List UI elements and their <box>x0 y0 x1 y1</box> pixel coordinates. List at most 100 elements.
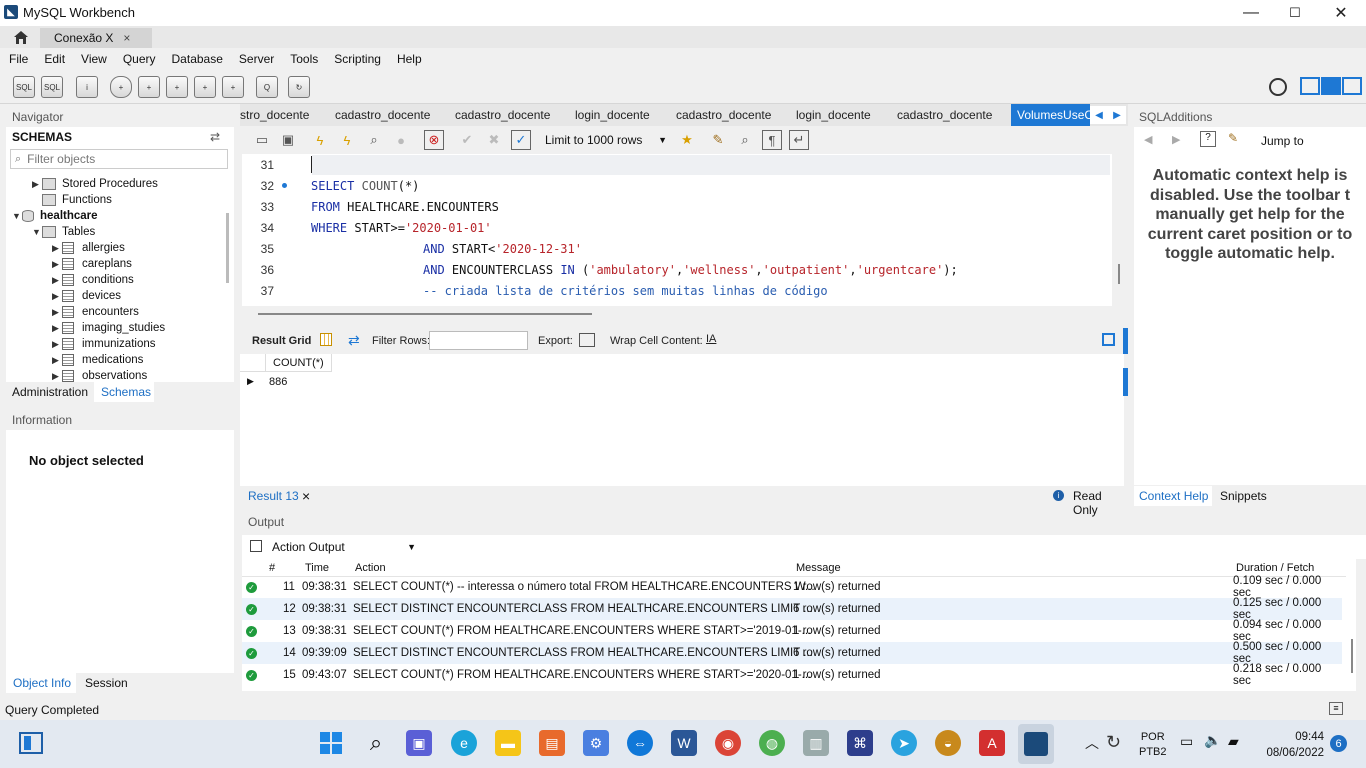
word-icon[interactable]: W <box>671 730 697 756</box>
export-icon[interactable] <box>579 333 595 347</box>
tree-table-item[interactable]: ▶ observations <box>52 368 147 382</box>
bowl-app-icon[interactable]: ◒ <box>935 730 961 756</box>
notification-badge[interactable]: 6 <box>1330 735 1347 752</box>
tree-table-item[interactable]: ▶ allergies <box>52 240 125 256</box>
output-row[interactable]: ✓ 15 09:43:07 SELECT COUNT(*) FROM HEALT… <box>242 663 1342 687</box>
col-time[interactable]: Time <box>305 562 329 574</box>
tab-schemas[interactable]: Schemas <box>94 382 154 402</box>
menu-scripting[interactable]: Scripting <box>334 52 381 66</box>
output-scrollbar[interactable] <box>1351 639 1353 673</box>
edge-icon[interactable]: e <box>451 730 477 756</box>
toggle-continue-on-error-icon[interactable]: ⊗ <box>424 130 444 150</box>
search-icon[interactable]: ⌕ <box>363 730 389 756</box>
tab-scroll-buttons[interactable]: ◀ ▶ <box>1090 106 1126 124</box>
explain-icon[interactable]: ⌕ <box>364 130 384 150</box>
invisible-chars-icon[interactable]: ¶ <box>762 130 782 150</box>
expand-arrow-icon[interactable]: ▶ <box>52 355 62 366</box>
connection-tab-close-icon[interactable]: × <box>123 31 130 45</box>
tree-tables[interactable]: ▼ Tables <box>32 224 95 240</box>
gear-icon[interactable] <box>1269 78 1287 96</box>
auto-help-icon[interactable]: ✎ <box>1228 131 1238 145</box>
acrobat-icon[interactable]: A <box>979 730 1005 756</box>
scroll-left-icon[interactable]: ◀ <box>1095 110 1103 121</box>
windows-logo-icon[interactable] <box>318 730 344 756</box>
find-icon[interactable]: ⌕ <box>735 130 755 150</box>
tree-table-item[interactable]: ▶ conditions <box>52 272 134 288</box>
query-tab[interactable]: login_docente <box>796 104 871 126</box>
telegram-icon[interactable]: ➤ <box>891 730 917 756</box>
close-button[interactable]: ✕ <box>1318 0 1364 26</box>
editor-vscrollbar[interactable] <box>1118 264 1120 284</box>
printer-icon[interactable]: ▥ <box>803 730 829 756</box>
query-tab[interactable]: stro_docente <box>240 104 309 126</box>
execute-current-icon[interactable]: ϟ <box>337 130 357 150</box>
expand-arrow-icon[interactable]: ▶ <box>52 259 62 270</box>
create-view-icon[interactable]: + <box>166 76 188 98</box>
word-wrap-icon[interactable]: ↵ <box>789 130 809 150</box>
input-language[interactable]: POR PTB2 <box>1139 730 1167 760</box>
tab-context-help[interactable]: Context Help <box>1134 486 1212 506</box>
office-icon[interactable]: ▤ <box>539 730 565 756</box>
tree-table-item[interactable]: ▶ encounters <box>52 304 139 320</box>
maximize-button[interactable]: ☐ <box>1272 0 1318 26</box>
tree-table-item[interactable]: ▶ imaging_studies <box>52 320 165 336</box>
create-procedure-icon[interactable]: + <box>194 76 216 98</box>
toggle-sidebar-icon[interactable] <box>1300 77 1320 95</box>
tree-table-item[interactable]: ▶ careplans <box>52 256 132 272</box>
create-table-icon[interactable]: + <box>138 76 160 98</box>
settings-app-icon[interactable]: ⚙ <box>583 730 609 756</box>
create-schema-icon[interactable]: + <box>110 76 132 98</box>
output-row[interactable]: ✓ 12 09:38:31 SELECT DISTINCT ENCOUNTERC… <box>242 597 1342 621</box>
expand-arrow-icon[interactable]: ▶ <box>52 243 62 254</box>
output-row[interactable]: ✓ 14 09:39:09 SELECT DISTINCT ENCOUNTERC… <box>242 641 1342 665</box>
grid-cell[interactable]: 886 <box>269 376 287 388</box>
vm-app-icon[interactable]: ⌘ <box>847 730 873 756</box>
tree-table-item[interactable]: ▶ immunizations <box>52 336 156 352</box>
expand-arrow-icon[interactable]: ▶ <box>52 307 62 318</box>
wrap-cell-icon[interactable]: IA <box>706 333 716 345</box>
col-duration[interactable]: Duration / Fetch <box>1236 562 1314 574</box>
menu-tools[interactable]: Tools <box>290 52 318 66</box>
menu-edit[interactable]: Edit <box>44 52 65 66</box>
search-table-data-icon[interactable]: Q <box>256 76 278 98</box>
refresh-schemas-icon[interactable]: ⇄ <box>210 130 220 144</box>
volume-icon[interactable]: 🔈 <box>1204 732 1221 749</box>
limit-rows-select[interactable]: Limit to 1000 rows ▼ <box>545 130 667 150</box>
copy-icon[interactable] <box>250 540 262 552</box>
tree-table-item[interactable]: ▶ medications <box>52 352 143 368</box>
grid-column-header[interactable]: COUNT(*) <box>266 354 332 372</box>
tree-scrollbar[interactable] <box>226 213 229 283</box>
grid-view-icon[interactable] <box>320 333 332 346</box>
toggle-secondary-sidebar-icon[interactable] <box>1342 77 1362 95</box>
minimize-button[interactable]: — <box>1228 0 1274 26</box>
status-menu-icon[interactable]: ≡ <box>1329 702 1343 715</box>
rollback-icon[interactable]: ✖ <box>484 130 504 150</box>
tree-table-item[interactable]: ▶ devices <box>52 288 121 304</box>
sync-icon[interactable]: ↻ <box>1106 732 1121 753</box>
result-grid-label[interactable]: Result Grid <box>252 335 311 347</box>
jump-to-select[interactable]: Jump to <box>1261 134 1304 148</box>
menu-view[interactable]: View <box>81 52 107 66</box>
save-icon[interactable]: ▣ <box>278 130 298 150</box>
create-function-icon[interactable]: + <box>222 76 244 98</box>
tray-chevron-up-icon[interactable]: ︿ <box>1085 733 1099 753</box>
collapse-arrow-icon[interactable]: ▼ <box>32 227 42 237</box>
sql-editor[interactable]: 31 32 SELECT COUNT(*) 33 FROM HEALTHCARE… <box>242 154 1120 306</box>
col-action[interactable]: Action <box>355 562 386 574</box>
result-panel-toggle-icon[interactable] <box>1102 333 1115 346</box>
forward-icon[interactable]: ▶ <box>1172 133 1180 146</box>
reconnect-icon[interactable]: ↻ <box>288 76 310 98</box>
tab-snippets[interactable]: Snippets <box>1214 486 1274 506</box>
file-explorer-icon[interactable]: ▬ <box>495 730 521 756</box>
tree-schema-healthcare[interactable]: ▼ healthcare <box>12 208 98 224</box>
query-tab-active[interactable]: VolumesUseC <box>1011 104 1090 126</box>
beautify-icon[interactable]: ✎ <box>708 130 728 150</box>
connection-tab[interactable]: Conexão X × <box>40 28 152 48</box>
menu-database[interactable]: Database <box>172 52 223 66</box>
collapse-arrow-icon[interactable]: ▼ <box>12 211 22 221</box>
home-tab[interactable] <box>6 27 36 47</box>
output-row[interactable]: ✓ 11 09:38:31 SELECT COUNT(*) -- interes… <box>242 575 1342 599</box>
back-icon[interactable]: ◀ <box>1144 133 1152 146</box>
tab-administration[interactable]: Administration <box>6 382 94 402</box>
output-row[interactable]: ✓ 13 09:38:31 SELECT COUNT(*) FROM HEALT… <box>242 619 1342 643</box>
